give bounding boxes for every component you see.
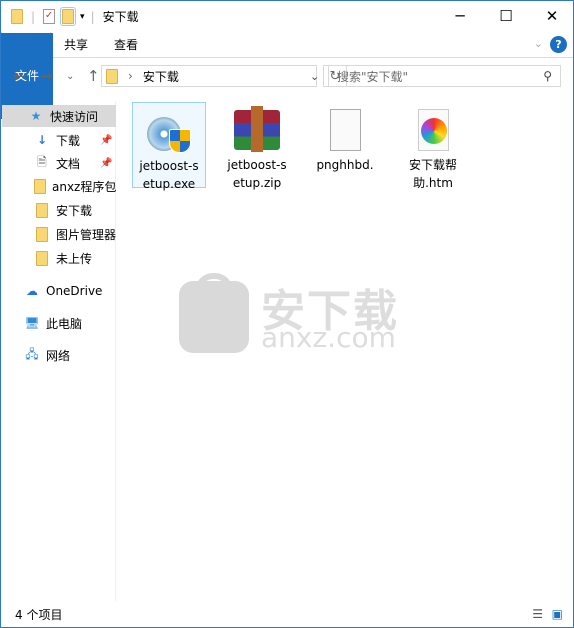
blank-file-icon [321,106,369,154]
search-input[interactable]: 搜索"安下载" ⚲ [328,65,561,87]
details-view-icon[interactable]: ☰ [532,607,543,621]
file-name-line1: jetboost-s [227,158,287,172]
computer-icon: 🖥 [24,316,40,330]
navigation-pane: ★ 快速访问 ↓ 下载 📌 🗎 文档 📌 anxz程序包 安下载 图片管理器 未上传 ☁ O… [2,101,116,601]
sidebar-item-quick-access[interactable]: ★ 快速访问 [2,105,116,127]
sidebar-item-documents[interactable]: 🗎 文档 📌 [2,152,116,174]
pin-icon[interactable]: 📌 [100,135,112,146]
sidebar-item-label: 未上传 [56,251,93,266]
file-name-line1: pnghhbd. [316,158,374,172]
help-icon[interactable]: ? [550,36,567,53]
sidebar-item-network[interactable]: 🖧 网络 [2,344,116,366]
folder-icon [34,178,46,194]
installer-icon [145,107,193,155]
sidebar-item-anxz[interactable]: anxz程序包 [2,175,116,197]
sidebar-item-anxiazai[interactable]: 安下载 [2,199,116,221]
folder-icon [106,68,118,84]
properties-icon[interactable]: ✓ [43,9,56,24]
pin-icon[interactable]: 📌 [100,158,112,169]
explorer-window: | ✓ ▾ | 安下载 ─ ☐ ✕ 文件 主页 共享 查看 ⌄ ? ← → ⌄ … [0,0,574,628]
item-count: 4 个项目 [15,607,63,622]
winrar-icon [233,106,281,154]
sidebar-item-label: 文档 [56,156,81,171]
search-placeholder: 搜索"安下载" [337,69,409,84]
maximize-button[interactable]: ☐ [483,1,529,31]
htm-file-icon [409,106,457,154]
tab-share[interactable]: 共享 [51,32,101,57]
sidebar-item-label: OneDrive [46,284,103,298]
folder-icon [36,202,48,218]
recent-dropdown-icon[interactable]: ⌄ [66,63,74,89]
sidebar-item-this-pc[interactable]: 🖥 此电脑 [2,312,116,334]
tab-view[interactable]: 查看 [101,32,151,57]
large-icons-view-icon[interactable]: ▣ [552,607,563,621]
cloud-icon: ☁ [26,284,38,298]
breadcrumb-separator-icon: › [128,69,133,83]
navigation-bar: ← → ⌄ ↑ › 安下载 ⌄ ↻ 搜索"安下载" ⚲ [1,63,573,89]
customize-dropdown-icon[interactable]: ▾ [80,12,85,22]
sidebar-item-label: 此电脑 [46,316,83,331]
watermark-logo: 安下载 anxz.com [179,273,399,354]
address-dropdown-icon[interactable]: ⌄ [310,63,319,89]
new-folder-icon[interactable] [60,7,77,26]
star-icon: ★ [30,109,42,123]
folder-icon [11,9,23,24]
sidebar-item-label: 下载 [56,133,81,148]
file-name-line2: 助.htm [413,176,453,190]
up-button[interactable]: ↑ [87,63,100,89]
sidebar-item-label: anxz程序包 [52,179,116,194]
file-name-line1: jetboost-s [139,159,199,173]
sidebar-item-label: 安下载 [56,203,93,218]
file-item[interactable]: jetboost-s etup.zip [220,102,294,190]
download-icon: ↓ [36,133,48,147]
expand-ribbon-icon[interactable]: ⌄ [534,37,543,50]
sidebar-item-not-uploaded[interactable]: 未上传 [2,247,116,269]
sidebar-item-label: 快速访问 [50,109,99,124]
folder-icon [35,226,48,242]
file-name-line2: etup.zip [232,176,282,190]
sidebar-item-downloads[interactable]: ↓ 下载 📌 [2,129,116,151]
file-item[interactable]: pnghhbd. [308,102,382,188]
minimize-button[interactable]: ─ [437,1,483,31]
sidebar-item-image-manager[interactable]: 图片管理器 [2,223,116,245]
back-button[interactable]: ← [13,63,26,89]
search-icon[interactable]: ⚲ [543,69,552,83]
file-item[interactable]: jetboost-s etup.exe [132,102,206,191]
forward-button[interactable]: → [40,63,53,89]
ribbon-tabs: 文件 主页 共享 查看 ⌄ ? [1,32,573,119]
address-bar[interactable]: › 安下载 [101,65,317,87]
title-bar: | ✓ ▾ | 安下载 ─ ☐ ✕ [1,1,573,32]
status-bar: 4 个项目 ☰ ▣ [1,601,573,627]
network-icon: 🖧 [25,346,39,361]
file-item[interactable]: 安下载帮 助.htm [396,102,470,190]
file-name-line1: 安下载帮 [408,158,457,172]
window-title: 安下载 [102,10,139,24]
breadcrumb[interactable]: 安下载 [143,68,179,85]
close-button[interactable]: ✕ [529,1,574,31]
sidebar-item-label: 网络 [46,348,71,363]
sidebar-item-onedrive[interactable]: ☁ OneDrive [2,280,116,302]
document-icon: 🗎 [37,154,47,169]
file-name-line2: etup.exe [142,177,196,191]
folder-icon [36,250,48,266]
sidebar-item-label: 图片管理器 [55,227,116,242]
